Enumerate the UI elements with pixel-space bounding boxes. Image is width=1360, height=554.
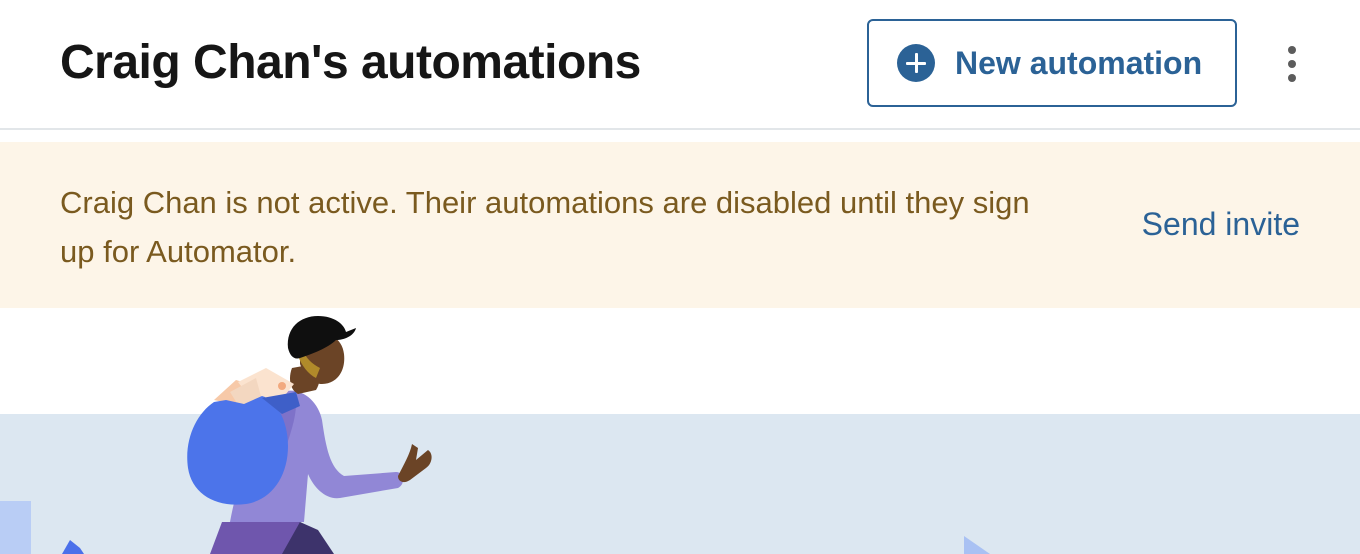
more-vertical-icon — [1288, 46, 1296, 54]
page-title: Craig Chan's automations — [60, 36, 641, 89]
banner-message: Craig Chan is not active. Their automati… — [60, 185, 1030, 269]
inactive-user-banner: Craig Chan is not active. Their automati… — [0, 142, 1360, 308]
page-header: Craig Chan's automations New automation — [0, 0, 1360, 130]
plus-circle-icon — [897, 44, 935, 82]
runner-illustration — [0, 316, 990, 554]
new-automation-button[interactable]: New automation — [867, 19, 1237, 107]
more-options-button[interactable] — [1272, 38, 1312, 90]
send-invite-link[interactable]: Send invite — [1142, 206, 1300, 243]
new-automation-label: New automation — [955, 44, 1203, 81]
automations-page: Craig Chan's automations New automation … — [0, 0, 1360, 554]
